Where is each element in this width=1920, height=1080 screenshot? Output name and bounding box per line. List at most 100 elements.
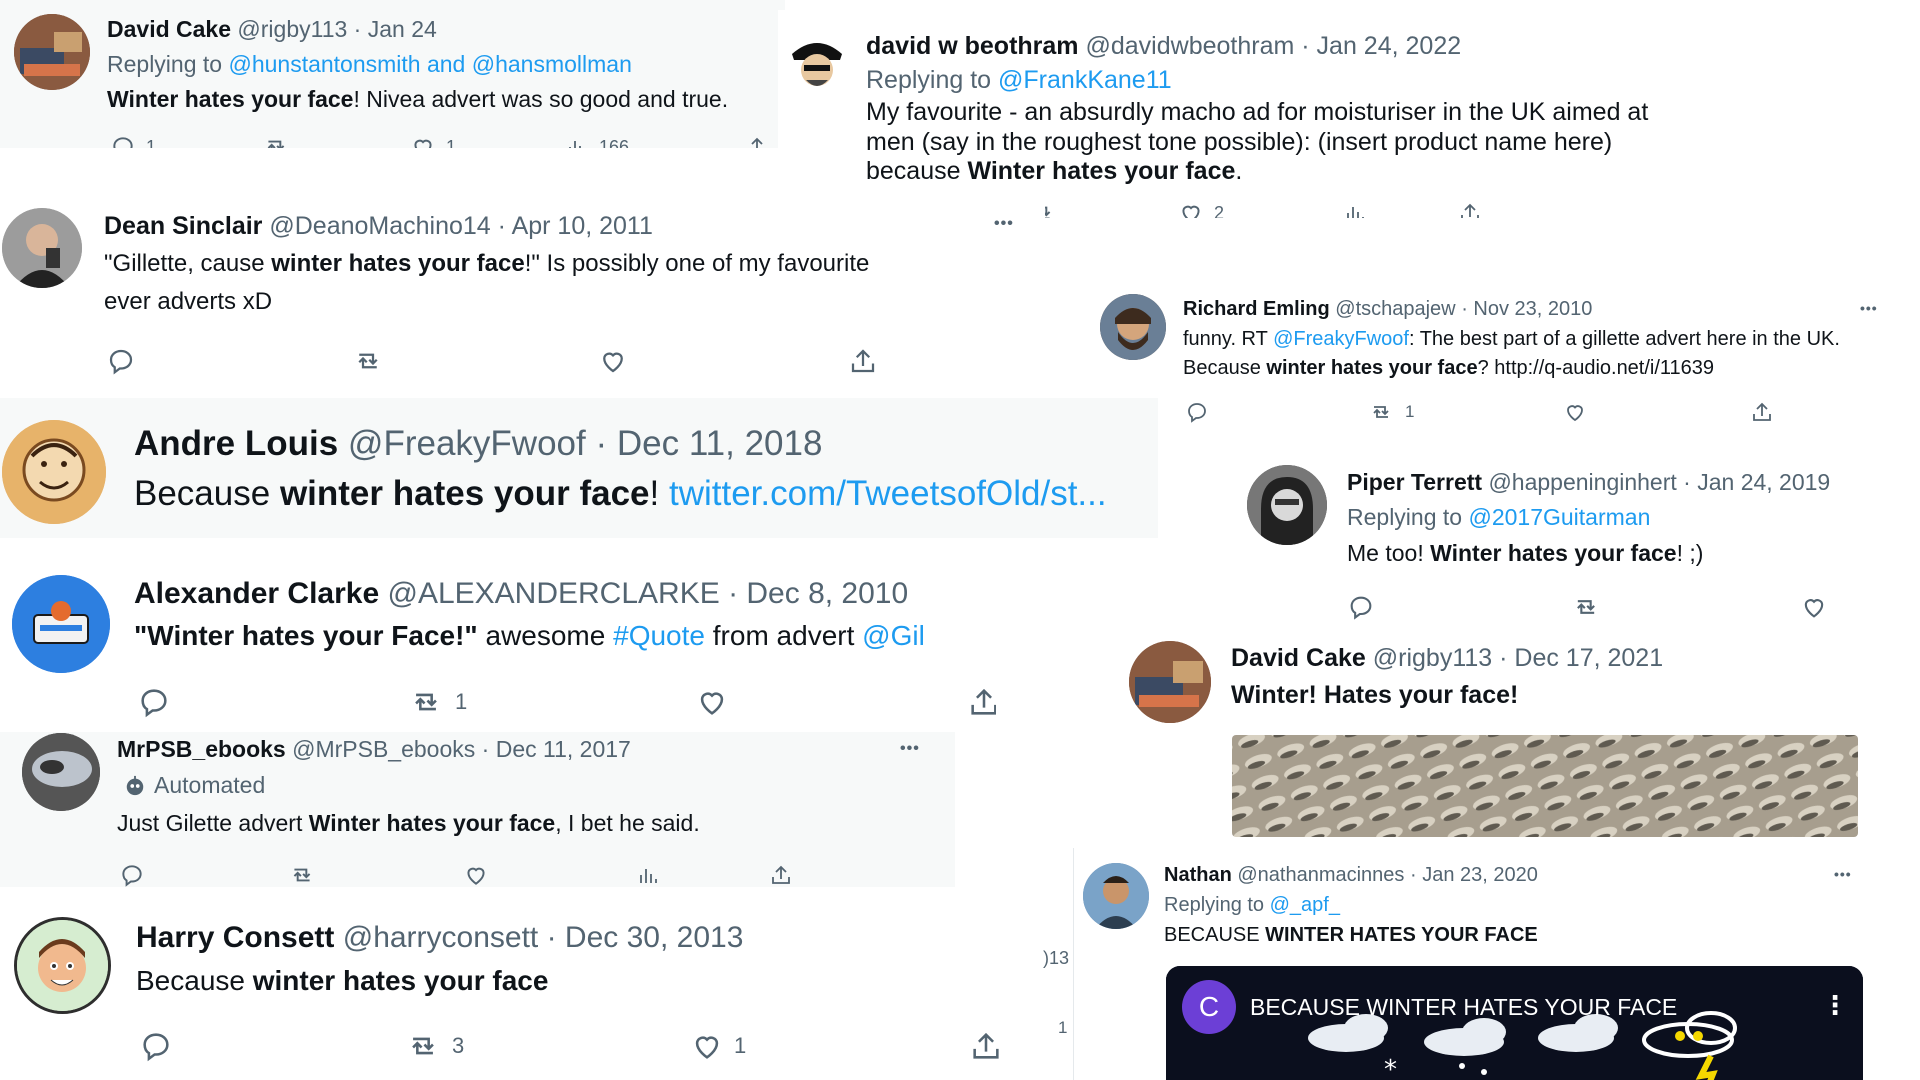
reply-mention[interactable]: @hunstantonsmith and @hansmollman [228,51,631,77]
author-name[interactable]: Richard Emling [1183,298,1330,320]
avatar[interactable] [14,917,111,1014]
hashtag-link[interactable]: #Quote [613,620,705,651]
tweet-image-sand[interactable] [1232,735,1858,837]
body-text: ! Nivea advert was so good and true. [353,86,729,112]
share-action[interactable] [969,1029,1003,1063]
tweet-body: Because winter hates your face [136,965,548,997]
reply-action[interactable] [119,862,145,887]
author-handle[interactable]: @nathanmacinnes [1237,864,1404,886]
author-handle[interactable]: @rigby113 [1373,644,1492,672]
replying-to: Replying to @hunstantonsmith and @hansmo… [107,51,632,78]
reply-mention[interactable]: @_apf_ [1270,894,1340,916]
tweet-date[interactable]: · Jan 23, 2020 [1410,864,1538,886]
retweet-action[interactable]: 1 [1367,400,1414,424]
author-name[interactable]: Andre Louis [134,424,338,463]
tweet-date[interactable]: · Jan 24 [354,16,437,42]
share-action[interactable] [769,862,793,887]
share-action[interactable] [1750,400,1774,424]
reply-action[interactable]: 1 [110,134,156,148]
retweet-action[interactable] [1570,593,1602,621]
video-title[interactable]: BECAUSE WINTER HATES YOUR FACE [1250,994,1677,1021]
tweet-header: david w beothram @davidwbeothram · Jan 2… [866,32,1461,61]
share-action[interactable] [1458,200,1482,218]
author-name[interactable]: david w beothram [866,32,1079,60]
reply-action[interactable] [137,685,171,719]
reply-icon [109,349,133,375]
author-handle[interactable]: @FreakyFwoof [348,424,586,463]
author-handle[interactable]: @happeninginhert [1488,469,1676,495]
tweet-date[interactable]: · Dec 30, 2013 [547,921,744,954]
author-name[interactable]: Nathan [1164,864,1232,886]
share-action[interactable] [967,685,996,719]
author-handle[interactable]: @harryconsett [343,921,539,954]
author-name[interactable]: Dean Sinclair [104,212,262,240]
share-action[interactable] [745,134,769,148]
avatar[interactable] [1129,641,1211,723]
tweet-body-line-1: "Gillette, cause winter hates your face!… [104,250,869,278]
like-action[interactable] [695,685,729,719]
author-name[interactable]: MrPSB_ebooks [117,736,286,762]
like-action[interactable]: 2 [1178,200,1224,218]
more-icon[interactable]: ••• [1860,300,1878,316]
reply-action[interactable] [1347,593,1375,621]
reply-mention[interactable]: @2017Guitarman [1468,504,1650,530]
channel-avatar[interactable]: C [1182,980,1236,1034]
tweet-date[interactable]: · Dec 17, 2021 [1499,644,1663,672]
views-action[interactable]: 166 [565,134,629,148]
avatar[interactable] [2,420,106,524]
tweet-date[interactable]: · Apr 10, 2011 [498,212,653,240]
like-action[interactable] [463,862,489,887]
author-name[interactable]: David Cake [1231,644,1366,672]
retweet-action[interactable] [287,862,317,887]
more-icon[interactable]: ••• [1834,866,1852,882]
avatar[interactable] [1083,863,1149,929]
tweet-date[interactable]: · Jan 24, 2022 [1301,32,1461,60]
avatar[interactable] [784,30,850,96]
author-name[interactable]: Alexander Clarke [134,577,379,610]
tweet-date[interactable]: · Jan 24, 2019 [1683,469,1830,495]
like-action[interactable] [598,346,628,376]
like-action[interactable] [1800,593,1828,621]
avatar[interactable] [14,14,90,90]
author-name[interactable]: David Cake [107,16,231,42]
video-embed[interactable]: * C BECAUSE WINTER HATES YOUR FACE ⋮ [1166,966,1863,1080]
mention-link[interactable]: @FreakyFwoof [1273,328,1409,350]
views-action[interactable] [636,862,660,887]
tweet-date[interactable]: · Dec 11, 2018 [595,424,822,463]
more-icon[interactable]: ••• [900,740,920,758]
retweet-action[interactable]: 3 [404,1029,464,1063]
more-icon[interactable]: ••• [994,215,1014,233]
like-action[interactable] [1563,400,1587,424]
avatar[interactable] [1247,465,1327,545]
views-action[interactable] [1343,200,1367,218]
tweet-date[interactable]: · Nov 23, 2010 [1461,298,1592,320]
reply-action[interactable] [139,1029,173,1063]
reply-action[interactable] [1185,400,1209,424]
author-handle[interactable]: @davidwbeothram [1086,32,1295,60]
retweet-action[interactable]: 1 [407,685,467,719]
like-action[interactable]: 1 [410,134,456,148]
reply-mention[interactable]: @FrankKane11 [998,66,1172,94]
like-action[interactable]: 1 [690,1029,746,1063]
body-bold: winter hates your face [252,965,549,996]
author-handle[interactable]: @DeanoMachino14 [269,212,490,240]
avatar[interactable] [1100,294,1166,360]
tweet-date[interactable]: · Dec 8, 2010 [728,577,908,610]
reply-action[interactable] [106,346,136,376]
author-name[interactable]: Piper Terrett [1347,469,1482,495]
avatar[interactable] [2,208,82,288]
mention-link[interactable]: @Gil [862,620,925,651]
author-name[interactable]: Harry Consett [136,921,334,954]
share-action[interactable] [848,346,878,376]
avatar[interactable] [12,575,110,673]
tweet-link[interactable]: twitter.com/TweetsofOld/st... [669,474,1107,513]
author-handle[interactable]: @tschapajew [1335,298,1455,320]
avatar[interactable] [22,733,100,811]
tweet-date[interactable]: · Dec 11, 2017 [482,736,631,762]
retweet-action[interactable] [262,134,290,148]
author-handle[interactable]: @MrPSB_ebooks [292,736,475,762]
author-handle[interactable]: @rigby113 [237,16,347,42]
retweet-action[interactable] [351,346,385,376]
video-menu-icon[interactable]: ⋮ [1822,990,1848,1021]
author-handle[interactable]: @ALEXANDERCLARKE [387,577,719,610]
